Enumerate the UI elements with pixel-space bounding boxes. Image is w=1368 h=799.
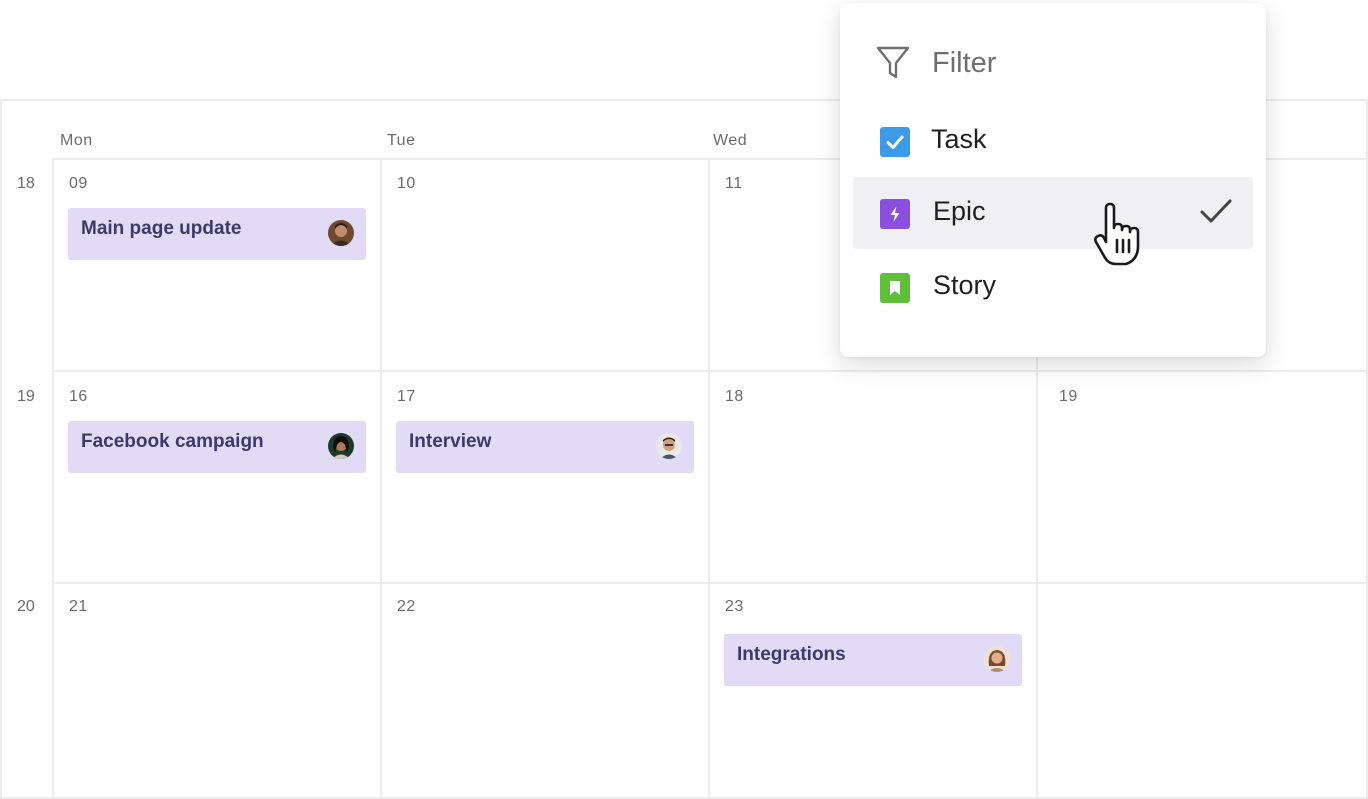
event-integrations[interactable]: Integrations <box>724 634 1022 686</box>
week-number: 19 <box>17 388 35 405</box>
filter-option-story[interactable]: Story <box>853 251 1253 323</box>
story-icon <box>880 273 910 303</box>
avatar <box>984 646 1010 672</box>
grid-line <box>52 158 54 799</box>
date-cell-label[interactable]: 17 <box>397 388 416 406</box>
grid-line <box>0 100 2 799</box>
week-number: 18 <box>17 175 35 192</box>
date-cell-label[interactable]: 16 <box>69 388 88 406</box>
event-title: Interview <box>409 431 492 452</box>
option-label: Epic <box>933 196 986 226</box>
grid-line <box>53 582 1368 584</box>
date-cell-label[interactable]: 09 <box>69 175 88 193</box>
weekday-mon: Mon <box>60 132 93 149</box>
option-label: Story <box>933 270 997 300</box>
task-icon <box>880 127 910 157</box>
weekday-tue: Tue <box>387 132 416 149</box>
funnel-icon <box>876 45 910 86</box>
event-title: Main page update <box>81 218 242 239</box>
filter-title: Filter <box>932 47 997 79</box>
weekday-wed: Wed <box>713 132 748 149</box>
event-title: Integrations <box>737 644 846 665</box>
event-facebook-campaign[interactable]: Facebook campaign <box>68 421 366 473</box>
option-label: Task <box>931 124 987 154</box>
date-cell-label[interactable]: 10 <box>397 175 416 193</box>
event-main-page-update[interactable]: Main page update <box>68 208 366 260</box>
date-cell-label[interactable]: 23 <box>725 598 744 616</box>
date-cell-label[interactable]: 19 <box>1059 388 1078 406</box>
avatar <box>328 220 354 246</box>
date-cell-label[interactable]: 22 <box>397 598 416 616</box>
date-cell-label[interactable]: 11 <box>725 175 743 193</box>
grid-line <box>53 370 1368 372</box>
date-cell-label[interactable]: 21 <box>69 598 88 616</box>
filter-option-task[interactable]: Task <box>853 105 1253 177</box>
event-interview[interactable]: Interview <box>396 421 694 473</box>
avatar <box>328 433 354 459</box>
event-title: Facebook campaign <box>81 431 264 452</box>
filter-dropdown: Filter Task Epic Story <box>840 3 1266 357</box>
filter-option-epic[interactable]: Epic <box>853 177 1253 249</box>
epic-icon <box>880 199 910 229</box>
grid-line <box>708 158 710 799</box>
check-icon <box>1199 197 1233 232</box>
date-cell-label[interactable]: 18 <box>725 388 744 406</box>
avatar <box>656 433 682 459</box>
grid-line <box>380 158 382 799</box>
week-number: 20 <box>17 598 35 615</box>
hand-cursor-icon <box>1090 200 1150 275</box>
